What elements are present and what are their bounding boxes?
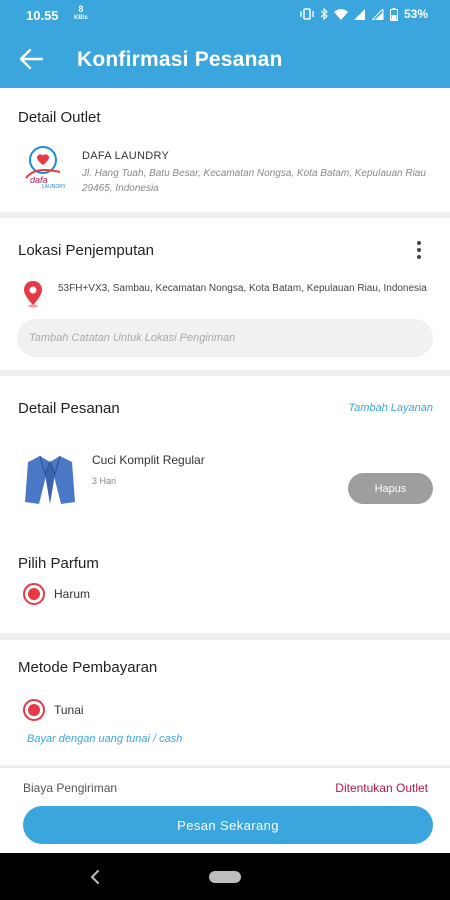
- vibrate-icon: [300, 8, 314, 20]
- pickup-address: 53FH+VX3, Sambau, Kecamatan Nongsa, Kota…: [58, 283, 427, 294]
- wifi-icon: [333, 8, 348, 20]
- jacket-icon: [25, 455, 75, 504]
- perfume-option-label: Harum: [54, 587, 91, 601]
- delivery-fee-value: Ditentukan Outlet: [335, 781, 428, 795]
- svg-text:LAUNDRY: LAUNDRY: [42, 184, 66, 190]
- delivery-fee-label: Biaya Pengiriman: [23, 781, 118, 795]
- payment-heading: Metode Pembayaran: [18, 659, 158, 676]
- status-bar: 10.55 8 KB/s 53%: [0, 0, 450, 30]
- radio-selected-icon[interactable]: [23, 583, 45, 605]
- pickup-heading: Lokasi Penjemputan: [18, 242, 154, 259]
- nav-home-pill[interactable]: [209, 871, 241, 883]
- status-time: 10.55: [26, 8, 59, 23]
- network-speed-unit: KB/s: [74, 15, 88, 21]
- system-nav-bar: [0, 853, 450, 900]
- outlet-heading: Detail Outlet: [18, 109, 101, 126]
- remove-item-button[interactable]: Hapus: [348, 473, 433, 504]
- outlet-address: Jl. Hang Tuah, Batu Besar, Kecamatan Non…: [82, 168, 426, 194]
- bluetooth-icon: [320, 8, 328, 20]
- signal-icon: [353, 8, 365, 20]
- payment-section: Metode Pembayaran Tunai Bayar dengan uan…: [0, 640, 450, 765]
- perfume-option[interactable]: Harum: [23, 583, 90, 605]
- item-duration: 3 Hari: [92, 476, 117, 486]
- outlet-section: Detail Outlet dafa LAUNDRY DAFA LAUNDRY …: [0, 88, 450, 212]
- arrow-left-icon[interactable]: [18, 47, 44, 71]
- laundry-logo: dafa LAUNDRY: [25, 146, 66, 190]
- pickup-section: Lokasi Penjemputan 53FH+VX3, Sambau, Kec…: [0, 218, 450, 370]
- order-section: Detail Pesanan Tambah Layanan Cuci Kompl…: [0, 376, 450, 633]
- more-vertical-icon[interactable]: [413, 240, 425, 260]
- battery-percent: 53%: [403, 7, 428, 21]
- signal-secondary-icon: [371, 8, 384, 20]
- page-title: Konfirmasi Pesanan: [77, 48, 283, 71]
- location-pin-icon: [24, 281, 42, 308]
- payment-option[interactable]: Tunai: [23, 699, 84, 721]
- network-speed: 8 KB/s: [74, 5, 88, 23]
- network-speed-value: 8: [78, 4, 84, 14]
- order-heading: Detail Pesanan: [18, 400, 120, 417]
- nav-back-icon[interactable]: [89, 869, 101, 885]
- battery-icon: [389, 7, 398, 21]
- payment-hint: Bayar dengan uang tunai / cash: [27, 733, 183, 745]
- payment-option-label: Tunai: [54, 703, 84, 717]
- add-service-link[interactable]: Tambah Layanan: [348, 402, 433, 414]
- app-bar: Konfirmasi Pesanan: [0, 30, 450, 88]
- perfume-heading: Pilih Parfum: [18, 555, 99, 572]
- checkout-footer: Biaya Pengiriman Ditentukan Outlet Pesan…: [0, 767, 450, 853]
- item-name: Cuci Komplit Regular: [92, 453, 205, 467]
- radio-selected-icon[interactable]: [23, 699, 45, 721]
- status-icons: 53%: [300, 7, 428, 21]
- order-now-button[interactable]: Pesan Sekarang: [23, 806, 433, 844]
- outlet-name: DAFA LAUNDRY: [82, 150, 170, 162]
- pickup-note-input[interactable]: [17, 319, 433, 357]
